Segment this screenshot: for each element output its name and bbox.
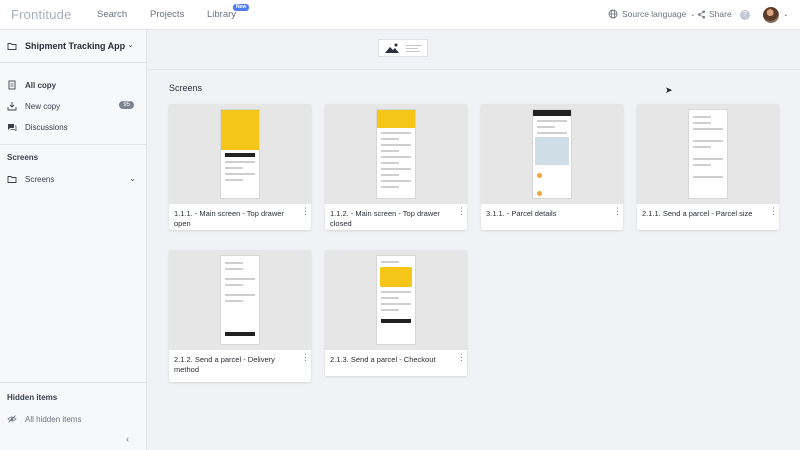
- project-selector[interactable]: Shipment Tracking App ⌄: [0, 30, 147, 63]
- screen-thumbnail[interactable]: [325, 250, 467, 350]
- sidebar-item-all-hidden-items[interactable]: All hidden items: [0, 409, 147, 429]
- frontitude-logo[interactable]: Frontitude: [11, 7, 72, 22]
- hidden-items-section-title: Hidden items: [7, 393, 58, 402]
- screen-thumbnail[interactable]: [169, 104, 311, 204]
- screen-thumbnail[interactable]: [169, 250, 311, 350]
- divider: [0, 382, 147, 383]
- screen-card[interactable]: 2.1.3. Send a parcel - Checkout ⋮: [325, 250, 467, 376]
- phone-mockup: [376, 255, 416, 345]
- screen-card-title: 1.1.1. - Main screen - Top drawer open: [174, 209, 284, 228]
- more-options-icon[interactable]: ⋮: [457, 353, 466, 362]
- document-icon: [8, 80, 16, 90]
- folder-icon: [7, 43, 17, 50]
- sidebar-item-label: New copy: [25, 101, 61, 111]
- screen-card-title: 2.1.3. Send a parcel - Checkout: [330, 355, 436, 364]
- share-label: Share: [709, 9, 732, 19]
- screen-thumbnail[interactable]: [637, 104, 779, 204]
- screens-section-title: Screens: [7, 153, 39, 162]
- screen-card[interactable]: 1.1.1. - Main screen - Top drawer open ⋮: [169, 104, 311, 230]
- library-new-badge: New: [233, 4, 250, 11]
- chevron-down-icon[interactable]: ⌄: [129, 174, 136, 183]
- avatar[interactable]: [763, 7, 779, 23]
- source-language-selector[interactable]: Source language ⌄: [608, 9, 695, 19]
- screen-card[interactable]: 2.1.1. Send a parcel - Parcel size ⋮: [637, 104, 779, 230]
- sidebar-item-label: Screens: [25, 174, 55, 184]
- sidebar-item-screens[interactable]: Screens ⌄: [0, 169, 147, 189]
- main-content: Screens ➤ 1.1.1. - Main screen - Top dra…: [148, 30, 800, 450]
- screens-heading: Screens: [169, 83, 203, 93]
- share-icon: [697, 10, 706, 18]
- more-options-icon[interactable]: ⋮: [301, 353, 310, 362]
- sidebar-item-discussions[interactable]: Discussions: [0, 117, 147, 137]
- collapse-sidebar-icon[interactable]: ‹: [126, 434, 129, 444]
- more-options-icon[interactable]: ⋮: [457, 207, 466, 216]
- nav-search[interactable]: Search: [97, 9, 127, 20]
- chevron-down-icon[interactable]: ⌄: [783, 10, 789, 18]
- sidebar-item-label: Discussions: [25, 122, 68, 132]
- phone-mockup: [532, 109, 572, 199]
- eye-off-icon: [7, 415, 17, 423]
- more-options-icon[interactable]: ⋮: [769, 207, 778, 216]
- sidebar: Shipment Tracking App ⌄ All copy New cop…: [0, 30, 147, 450]
- project-name: Shipment Tracking App: [25, 41, 126, 51]
- help-icon[interactable]: ?: [740, 10, 750, 20]
- screen-thumbnail[interactable]: [325, 104, 467, 204]
- screen-card[interactable]: 2.1.2. Send a parcel - Delivery method ⋮: [169, 250, 311, 382]
- screen-card-title: 3.1.1. - Parcel details: [486, 209, 557, 218]
- chat-bubble-icon: [8, 124, 17, 132]
- more-options-icon[interactable]: ⋮: [613, 207, 622, 216]
- phone-mockup: [220, 109, 260, 199]
- share-button[interactable]: Share: [697, 9, 732, 19]
- screen-card[interactable]: 1.1.2. - Main screen - Top drawer closed…: [325, 104, 467, 230]
- mouse-cursor-icon: ➤: [665, 85, 673, 95]
- chevron-down-icon: ⌄: [127, 40, 134, 49]
- folder-icon: [7, 176, 17, 183]
- sidebar-item-label: All copy: [25, 80, 57, 90]
- nav-library[interactable]: Library: [207, 9, 236, 20]
- chevron-down-icon: ⌄: [690, 11, 696, 18]
- new-copy-count-badge: 95: [119, 101, 134, 109]
- phone-mockup: [220, 255, 260, 345]
- screen-thumbnail[interactable]: [481, 104, 623, 204]
- screen-card[interactable]: 3.1.1. - Parcel details ⋮: [481, 104, 623, 230]
- sidebar-item-label: All hidden items: [25, 414, 82, 424]
- inbox-icon: [7, 102, 17, 111]
- nav-projects[interactable]: Projects: [150, 9, 184, 20]
- more-options-icon[interactable]: ⋮: [301, 207, 310, 216]
- divider: [0, 144, 147, 145]
- top-bar: Frontitude Search Projects Library New S…: [0, 0, 800, 30]
- globe-icon: [608, 9, 618, 19]
- sidebar-item-all-copy[interactable]: All copy: [0, 75, 147, 95]
- phone-mockup: [688, 109, 728, 199]
- frame-preview-thumbnail[interactable]: [378, 39, 428, 57]
- image-icon: [385, 43, 399, 53]
- preview-strip: [148, 30, 800, 70]
- screen-card-title: 1.1.2. - Main screen - Top drawer closed: [330, 209, 440, 228]
- screen-card-title: 2.1.1. Send a parcel - Parcel size: [642, 209, 753, 218]
- screen-card-title: 2.1.2. Send a parcel - Delivery method: [174, 355, 275, 374]
- phone-mockup: [376, 109, 416, 199]
- source-language-label: Source language: [622, 9, 687, 19]
- sidebar-item-new-copy[interactable]: New copy 95: [0, 96, 147, 116]
